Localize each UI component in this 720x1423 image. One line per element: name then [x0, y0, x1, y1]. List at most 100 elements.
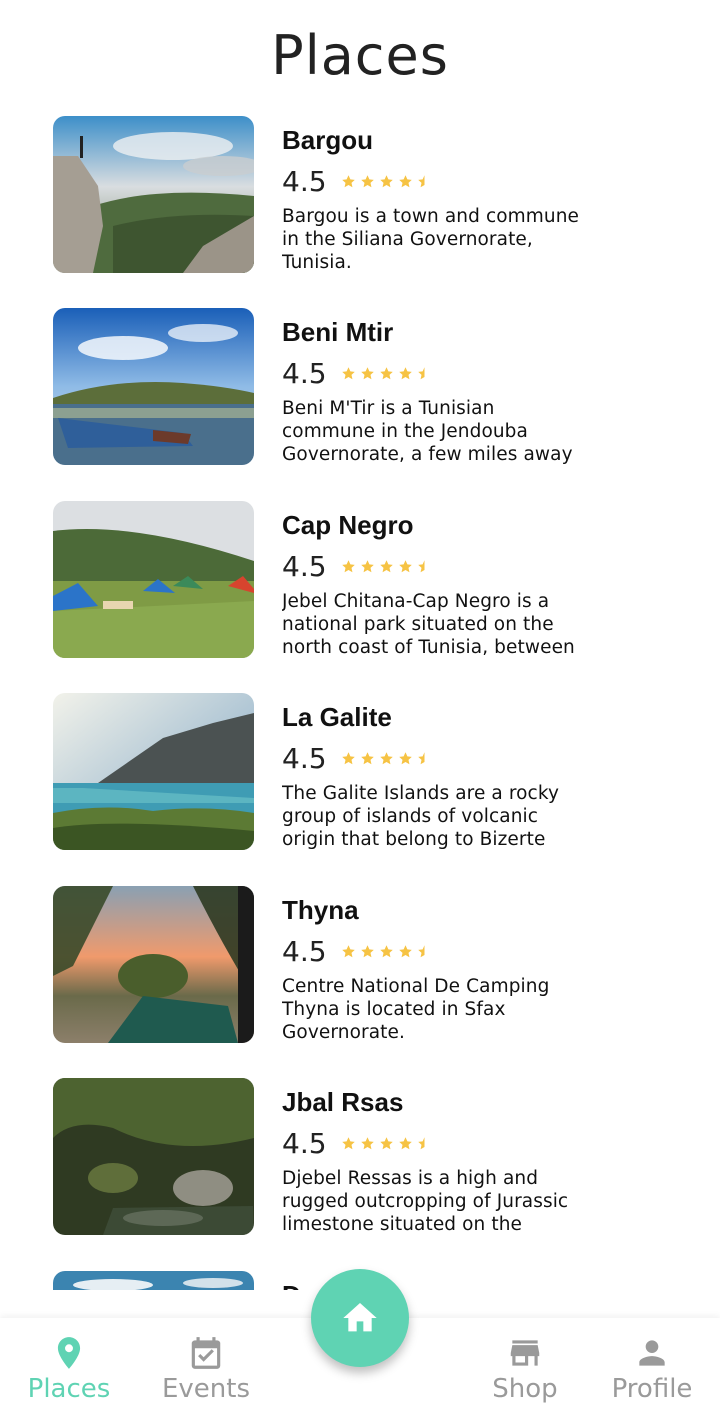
place-info: La Galite 4.5 The Galite Islands are a r… [282, 700, 592, 851]
star-full-icon [341, 366, 356, 381]
star-full-icon [379, 1136, 394, 1151]
star-full-icon [379, 559, 394, 574]
place-card-beni-mtir[interactable]: Beni Mtir 4.5 Beni M'Tir is a Tunisian c… [53, 308, 613, 465]
star-full-icon [360, 559, 375, 574]
star-full-icon [341, 559, 356, 574]
place-description: Djebel Ressas is a high and rugged outcr… [282, 1168, 569, 1235]
star-rating [341, 174, 432, 189]
star-half-icon [417, 1136, 432, 1151]
rating-row: 4.5 [282, 356, 592, 390]
island-bay-image [53, 693, 254, 850]
nav-item-shop[interactable]: Shop [455, 1334, 595, 1414]
star-full-icon [398, 366, 413, 381]
star-half-icon [417, 751, 432, 766]
place-image[interactable] [53, 501, 254, 658]
nav-label-places: Places [27, 1374, 111, 1404]
places-list[interactable]: Bargou 4.5 Bargou is a town and commune … [0, 116, 720, 1290]
place-image[interactable] [53, 886, 254, 1043]
place-card-la-galite[interactable]: La Galite 4.5 The Galite Islands are a r… [53, 693, 613, 850]
star-full-icon [398, 1136, 413, 1151]
rating-row: 4.5 [282, 741, 592, 775]
place-name: Bargou [282, 125, 373, 155]
place-info: Bargou 4.5 Bargou is a town and commune … [282, 123, 592, 274]
camping-tents-image [53, 501, 254, 658]
star-rating [341, 366, 432, 381]
rating-value: 4.5 [282, 164, 327, 198]
star-full-icon [360, 944, 375, 959]
nav-label-shop: Shop [492, 1374, 558, 1404]
rating-row: 4.5 [282, 934, 592, 968]
location-pin-icon [57, 1337, 81, 1369]
place-name: La Galite [282, 702, 392, 732]
place-description: Beni M'Tir is a Tunisian commune in the … [282, 398, 573, 465]
rating-value: 4.5 [282, 549, 327, 583]
star-full-icon [360, 174, 375, 189]
star-full-icon [341, 751, 356, 766]
nav-item-places[interactable]: Places [0, 1334, 139, 1414]
star-rating [341, 944, 432, 959]
star-half-icon [417, 366, 432, 381]
star-full-icon [379, 944, 394, 959]
star-full-icon [341, 174, 356, 189]
star-full-icon [360, 1136, 375, 1151]
place-description: The Galite Islands are a rocky group of … [282, 783, 560, 850]
place-image[interactable] [53, 308, 254, 465]
person-icon [639, 1340, 665, 1366]
place-info: Beni Mtir 4.5 Beni M'Tir is a Tunisian c… [282, 315, 592, 466]
home-icon [343, 1303, 377, 1332]
star-full-icon [398, 944, 413, 959]
place-image[interactable] [53, 1078, 254, 1235]
star-full-icon [341, 944, 356, 959]
rating-row: 4.5 [282, 549, 592, 583]
star-full-icon [379, 366, 394, 381]
star-half-icon [417, 559, 432, 574]
nav-label-profile: Profile [611, 1374, 693, 1404]
place-description: Jebel Chitana-Cap Negro is a national pa… [282, 591, 575, 658]
star-rating [341, 559, 432, 574]
sunset-tent-image [53, 886, 254, 1043]
bottom-navigation: Places Events Shop Profile [0, 1269, 720, 1423]
places-screen: Places Bargou 4.5 Bargou is a town and c… [0, 0, 720, 1423]
place-description: Bargou is a town and commune in the Sili… [282, 206, 580, 273]
place-description: Centre National De Camping Thyna is loca… [282, 976, 550, 1043]
nav-item-events[interactable]: Events [136, 1334, 276, 1414]
star-half-icon [417, 174, 432, 189]
page-title: Places [271, 24, 449, 87]
star-full-icon [360, 366, 375, 381]
star-full-icon [398, 174, 413, 189]
place-info: Jbal Rsas 4.5 Djebel Ressas is a high an… [282, 1085, 592, 1236]
star-rating [341, 751, 432, 766]
star-half-icon [417, 944, 432, 959]
cliff-view-image [53, 116, 254, 273]
rating-value: 4.5 [282, 1126, 327, 1160]
rating-row: 4.5 [282, 164, 592, 198]
forest-stream-image [53, 1078, 254, 1235]
rating-value: 4.5 [282, 741, 327, 775]
place-name: Jbal Rsas [282, 1087, 404, 1117]
star-full-icon [379, 174, 394, 189]
place-info: Thyna 4.5 Centre National De Camping Thy… [282, 893, 592, 1044]
place-card-thyna[interactable]: Thyna 4.5 Centre National De Camping Thy… [53, 886, 613, 1043]
star-full-icon [379, 751, 394, 766]
home-fab-button[interactable] [311, 1269, 409, 1367]
place-name: Cap Negro [282, 510, 414, 540]
rating-value: 4.5 [282, 934, 327, 968]
star-full-icon [398, 559, 413, 574]
rating-row: 4.5 [282, 1126, 592, 1160]
sky-partial-image [53, 1271, 254, 1290]
place-card-bargou[interactable]: Bargou 4.5 Bargou is a town and commune … [53, 116, 613, 273]
place-name: Thyna [282, 895, 359, 925]
place-card-cap-negro[interactable]: Cap Negro 4.5 Jebel Chitana-Cap Negro is… [53, 501, 613, 658]
star-full-icon [360, 751, 375, 766]
place-image[interactable] [53, 1271, 254, 1290]
place-card-jbal-rsas[interactable]: Jbal Rsas 4.5 Djebel Ressas is a high an… [53, 1078, 613, 1235]
star-rating [341, 1136, 432, 1151]
nav-item-profile[interactable]: Profile [582, 1334, 720, 1414]
place-image[interactable] [53, 116, 254, 273]
place-image[interactable] [53, 693, 254, 850]
nav-label-events: Events [161, 1374, 251, 1404]
place-name: Beni Mtir [282, 317, 394, 347]
store-icon [510, 1340, 540, 1366]
rating-value: 4.5 [282, 356, 327, 390]
star-full-icon [341, 1136, 356, 1151]
